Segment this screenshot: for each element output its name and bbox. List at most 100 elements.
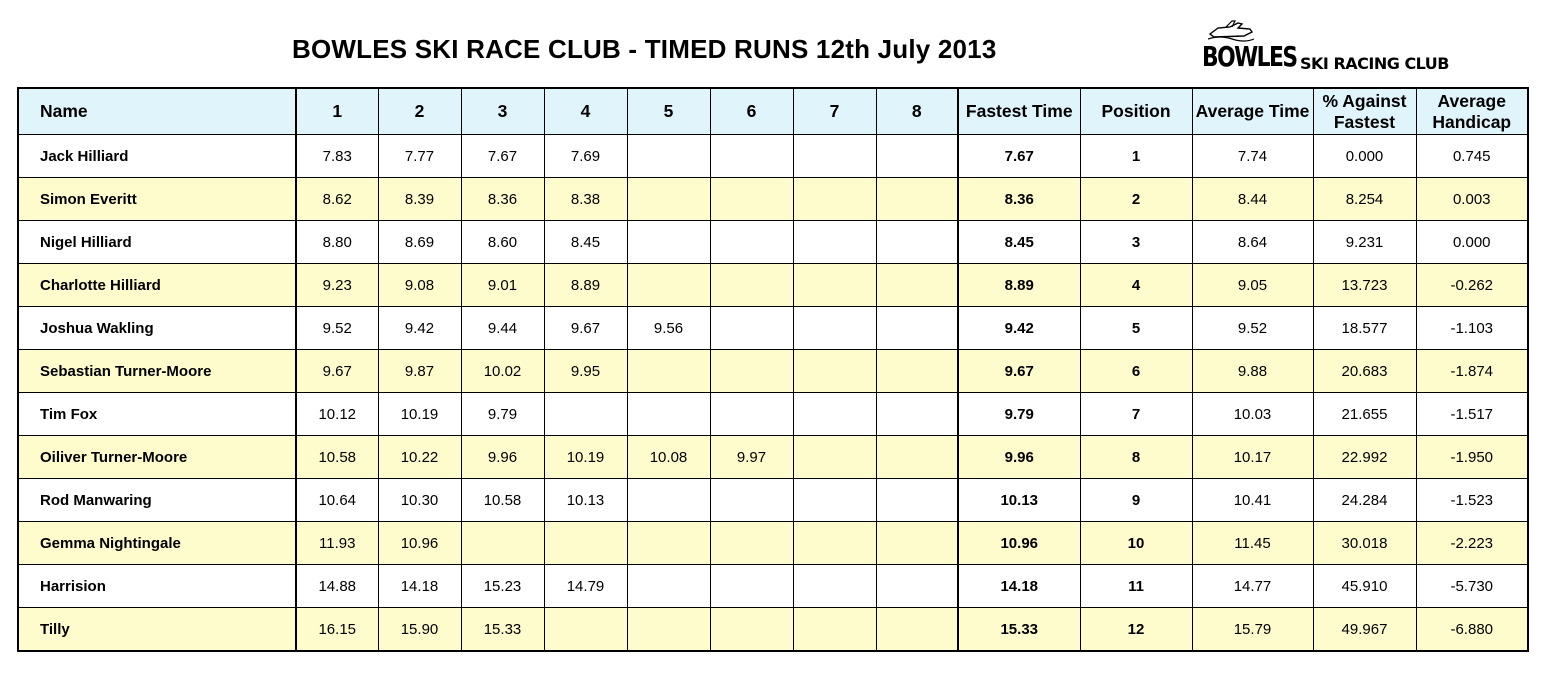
run-time-cell: 10.08 bbox=[626, 435, 711, 479]
run-time-cell: 10.19 bbox=[543, 435, 628, 479]
logo-text-sub: SKI RACING CLUB bbox=[1300, 54, 1450, 73]
fastest-time-cell: 9.96 bbox=[957, 435, 1081, 479]
timed-runs-table: Name 1 2 3 4 5 6 7 8 Fastest Time Position Average … bbox=[17, 87, 1529, 652]
run-time-cell: 8.69 bbox=[377, 220, 462, 264]
table-body: Jack Hilliard 7.83 7.77 7.67 7.69 7.67 1 7.74 0.… bbox=[17, 134, 1529, 652]
run-time-cell bbox=[543, 392, 628, 436]
run-time-cell: 8.39 bbox=[377, 177, 462, 221]
fastest-time-cell: 7.67 bbox=[957, 134, 1081, 178]
run-time-cell bbox=[709, 521, 794, 565]
position-cell: 3 bbox=[1079, 220, 1193, 264]
average-time-cell: 9.52 bbox=[1191, 306, 1314, 350]
run-time-cell: 9.01 bbox=[460, 263, 545, 307]
run-time-cell: 14.88 bbox=[295, 564, 379, 608]
run-time-cell bbox=[875, 478, 959, 522]
run-time-cell: 9.67 bbox=[543, 306, 628, 350]
run-time-cell bbox=[709, 177, 794, 221]
column-header: 5 bbox=[626, 87, 711, 135]
run-time-cell: 8.89 bbox=[543, 263, 628, 307]
run-time-cell: 10.58 bbox=[460, 478, 545, 522]
run-time-cell bbox=[626, 564, 711, 608]
racer-name-cell: Harrision bbox=[17, 564, 297, 608]
run-time-cell bbox=[875, 521, 959, 565]
position-cell: 6 bbox=[1079, 349, 1193, 393]
run-time-cell bbox=[792, 607, 877, 652]
run-time-cell bbox=[709, 607, 794, 652]
pct-against-fastest-cell: 8.254 bbox=[1312, 177, 1417, 221]
table-row: Simon Everitt 8.62 8.39 8.36 8.38 8.36 2 8.44 8.… bbox=[17, 177, 1529, 221]
run-time-cell bbox=[792, 220, 877, 264]
average-handicap-cell: -1.950 bbox=[1415, 435, 1529, 479]
column-header: Position bbox=[1079, 87, 1193, 135]
table-row: Joshua Wakling 9.52 9.42 9.44 9.67 9.56 9.42 5 9… bbox=[17, 306, 1529, 350]
fastest-time-cell: 9.79 bbox=[957, 392, 1081, 436]
racer-name-cell: Gemma Nightingale bbox=[17, 521, 297, 565]
pct-against-fastest-cell: 13.723 bbox=[1312, 263, 1417, 307]
fastest-time-cell: 10.13 bbox=[957, 478, 1081, 522]
column-header: Average Handicap bbox=[1415, 87, 1529, 135]
run-time-cell bbox=[792, 134, 877, 178]
run-time-cell bbox=[875, 607, 959, 652]
run-time-cell: 11.93 bbox=[295, 521, 379, 565]
run-time-cell bbox=[709, 306, 794, 350]
table-row: Oiliver Turner-Moore 10.58 10.22 9.96 10.19 1… bbox=[17, 435, 1529, 479]
run-time-cell: 9.23 bbox=[295, 263, 379, 307]
average-handicap-cell: -1.517 bbox=[1415, 392, 1529, 436]
run-time-cell bbox=[792, 564, 877, 608]
run-time-cell: 8.62 bbox=[295, 177, 379, 221]
run-time-cell: 7.83 bbox=[295, 134, 379, 178]
pct-against-fastest-cell: 9.231 bbox=[1312, 220, 1417, 264]
run-time-cell bbox=[709, 392, 794, 436]
average-handicap-cell: -1.874 bbox=[1415, 349, 1529, 393]
run-time-cell bbox=[626, 392, 711, 436]
run-time-cell: 10.64 bbox=[295, 478, 379, 522]
average-handicap-cell: -1.103 bbox=[1415, 306, 1529, 350]
table-row: Sebastian Turner-Moore 9.67 9.87 10.02 9.95 9… bbox=[17, 349, 1529, 393]
fastest-time-cell: 8.45 bbox=[957, 220, 1081, 264]
run-time-cell: 7.67 bbox=[460, 134, 545, 178]
run-time-cell bbox=[792, 435, 877, 479]
table-row: Rod Manwaring 10.64 10.30 10.58 10.13 10.13 9 1… bbox=[17, 478, 1529, 522]
run-time-cell bbox=[709, 564, 794, 608]
run-time-cell bbox=[709, 349, 794, 393]
run-time-cell: 9.67 bbox=[295, 349, 379, 393]
average-time-cell: 14.77 bbox=[1191, 564, 1314, 608]
run-time-cell bbox=[875, 306, 959, 350]
average-time-cell: 8.44 bbox=[1191, 177, 1314, 221]
table-row: Nigel Hilliard 8.80 8.69 8.60 8.45 8.45 3 8.64 9… bbox=[17, 220, 1529, 264]
run-time-cell: 14.79 bbox=[543, 564, 628, 608]
run-time-cell: 15.90 bbox=[377, 607, 462, 652]
run-time-cell: 10.30 bbox=[377, 478, 462, 522]
run-time-cell bbox=[875, 392, 959, 436]
run-time-cell: 9.08 bbox=[377, 263, 462, 307]
run-time-cell: 8.80 bbox=[295, 220, 379, 264]
racer-name-cell: Rod Manwaring bbox=[17, 478, 297, 522]
run-time-cell: 9.87 bbox=[377, 349, 462, 393]
pct-against-fastest-cell: 49.967 bbox=[1312, 607, 1417, 652]
position-cell: 1 bbox=[1079, 134, 1193, 178]
run-time-cell bbox=[543, 521, 628, 565]
ski-boat-icon bbox=[1208, 20, 1254, 42]
run-time-cell bbox=[875, 134, 959, 178]
run-time-cell: 15.33 bbox=[460, 607, 545, 652]
fastest-time-cell: 9.42 bbox=[957, 306, 1081, 350]
run-time-cell: 8.60 bbox=[460, 220, 545, 264]
run-time-cell bbox=[792, 392, 877, 436]
racer-name-cell: Jack Hilliard bbox=[17, 134, 297, 178]
run-time-cell: 14.18 bbox=[377, 564, 462, 608]
position-cell: 10 bbox=[1079, 521, 1193, 565]
average-handicap-cell: 0.745 bbox=[1415, 134, 1529, 178]
racer-name-cell: Oiliver Turner-Moore bbox=[17, 435, 297, 479]
run-time-cell: 10.02 bbox=[460, 349, 545, 393]
table-row: Charlotte Hilliard 9.23 9.08 9.01 8.89 8.89 4 9… bbox=[17, 263, 1529, 307]
position-cell: 2 bbox=[1079, 177, 1193, 221]
average-time-cell: 11.45 bbox=[1191, 521, 1314, 565]
column-header: 2 bbox=[377, 87, 462, 135]
column-header: 3 bbox=[460, 87, 545, 135]
table-row: Jack Hilliard 7.83 7.77 7.67 7.69 7.67 1 7.74 0.… bbox=[17, 134, 1529, 178]
run-time-cell bbox=[626, 220, 711, 264]
run-time-cell bbox=[875, 263, 959, 307]
run-time-cell: 15.23 bbox=[460, 564, 545, 608]
logo-text-main: BOWLES bbox=[1202, 40, 1298, 73]
average-handicap-cell: -1.523 bbox=[1415, 478, 1529, 522]
